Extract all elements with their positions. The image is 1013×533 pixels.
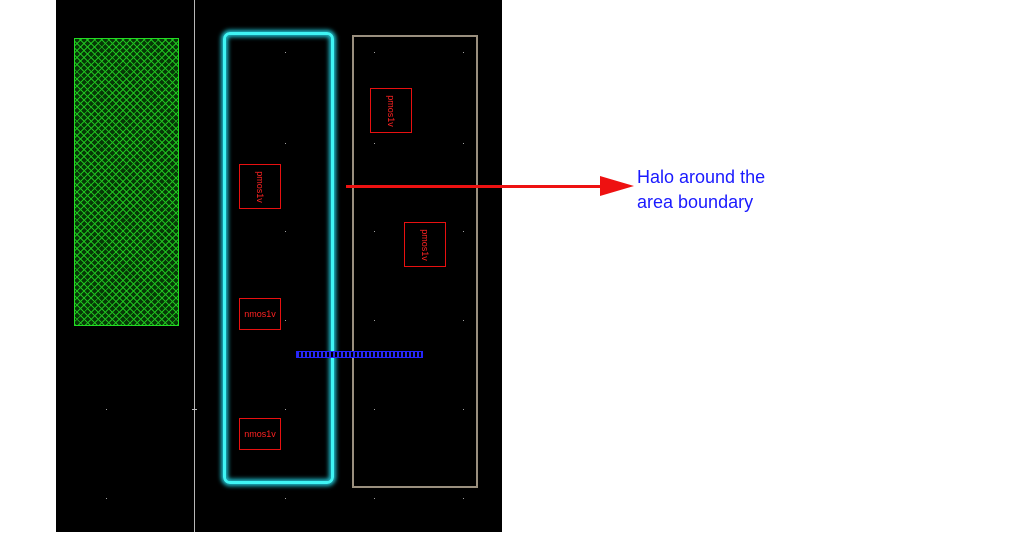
grid-dot xyxy=(106,498,107,499)
grid-dot xyxy=(106,409,107,410)
cell-instance-right-mid[interactable]: pmos1v xyxy=(404,222,446,267)
halo-area-boundary[interactable] xyxy=(223,32,334,484)
grid-dot xyxy=(374,409,375,410)
grid-dot xyxy=(463,409,464,410)
cell-instance-halo-top[interactable]: pmos1v xyxy=(239,164,281,209)
grid-dot xyxy=(374,498,375,499)
grid-dot xyxy=(374,320,375,321)
cell-instance-halo-bottom[interactable]: nmos1v xyxy=(239,418,281,450)
grid-dot xyxy=(463,498,464,499)
cell-label: pmos1v xyxy=(419,228,430,261)
cell-instance-right-top[interactable]: pmos1v xyxy=(370,88,412,133)
blue-wire-segment[interactable] xyxy=(296,351,423,358)
grid-dot xyxy=(374,143,375,144)
grid-dot xyxy=(463,143,464,144)
cell-label: nmos1v xyxy=(244,309,276,319)
grid-dot xyxy=(285,409,286,410)
cell-label: pmos1v xyxy=(254,170,265,203)
cell-label: nmos1v xyxy=(244,429,276,439)
cell-instance-halo-mid[interactable]: nmos1v xyxy=(239,298,281,330)
layout-canvas[interactable]: pmos1v nmos1v nmos1v pmos1v pmos1v xyxy=(56,0,502,532)
annotation-text: Halo around the area boundary xyxy=(637,165,765,215)
arrow-shaft xyxy=(346,185,604,188)
annotation-line-2: area boundary xyxy=(637,192,754,212)
grid-dot xyxy=(463,320,464,321)
guide-tick xyxy=(192,409,197,410)
grid-dot xyxy=(285,231,286,232)
grid-dot xyxy=(285,52,286,53)
grid-dot xyxy=(463,52,464,53)
callout-arrow xyxy=(346,176,636,196)
vertical-guide-line xyxy=(194,0,195,532)
green-fill-region[interactable] xyxy=(74,38,179,326)
grid-dot xyxy=(463,231,464,232)
annotation-line-1: Halo around the xyxy=(637,167,766,187)
grid-dot xyxy=(374,231,375,232)
cell-label: pmos1v xyxy=(385,94,396,127)
grid-dot xyxy=(285,498,286,499)
grid-dot xyxy=(374,52,375,53)
grid-dot xyxy=(285,143,286,144)
arrow-head-icon xyxy=(600,176,634,196)
grid-dot xyxy=(285,320,286,321)
